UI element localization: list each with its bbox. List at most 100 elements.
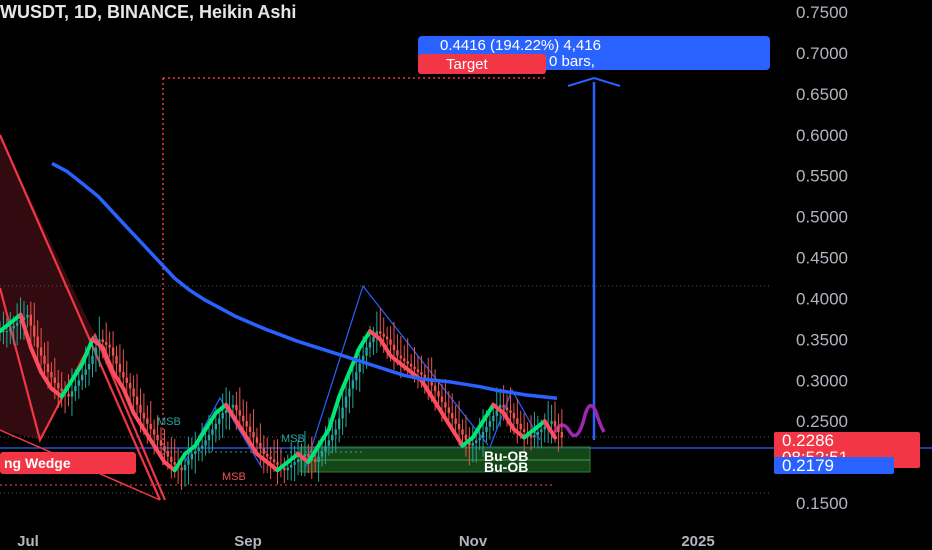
candle-body [118,363,122,372]
candle-body [108,344,111,348]
candle-body [12,325,15,329]
candle-body [481,432,485,438]
trend-ribbon-segment [326,394,342,432]
candle-body [252,432,255,438]
candle-body [492,415,495,422]
candle-body [57,382,60,389]
candle-body [149,423,152,430]
price-tick-label: 0.1500 [796,494,848,513]
trend-ribbon-segment [419,378,434,399]
candle-body [444,402,447,408]
candle-body [46,363,50,372]
candle-body [242,415,245,422]
candle-body [221,413,224,419]
candle-body [33,325,36,337]
candle-body [84,369,87,375]
candle-body [368,342,372,348]
candle-body [382,333,385,337]
candle-body [53,377,57,383]
candle-body [464,434,468,441]
candle-body [39,347,43,356]
candle-body [152,429,156,435]
candle-body [159,440,163,446]
candle-body [180,467,183,471]
candle-body [224,410,228,413]
price-chart[interactable]: WUSDT, 1D, BINANCE, Heikin Ashi 0.7500 0.… [0,0,932,550]
trend-ribbon-segment [378,337,393,358]
candle-body [358,363,361,373]
candle-body [327,440,331,446]
candle-body [286,467,289,471]
candle-body [245,421,248,427]
candle-body [433,385,437,392]
candle-body [194,451,197,454]
date-tick-label: 2025 [681,533,714,550]
candle-body [372,336,375,343]
candle-body [60,388,63,392]
candle-body [478,437,481,441]
candle-body [344,396,348,408]
price-tick-label: 0.6500 [796,85,848,104]
candle-body [197,448,200,452]
date-axis[interactable]: Jul Sep Nov 2025 [17,533,715,550]
candle-body [43,355,46,364]
candle-body [396,350,399,356]
candle-body [135,396,139,405]
candle-body [406,361,409,364]
pattern-triangle-3 [489,388,541,448]
candle-body [307,453,310,457]
candle-body [392,344,396,351]
candle-body [255,437,259,443]
candle-body [420,372,423,375]
trend-ribbon-segment [141,427,157,448]
candle-body [293,462,296,465]
candle-body [416,369,420,373]
date-tick-label: Jul [17,533,39,550]
candle-body [389,339,392,345]
candle-body [475,440,478,443]
candle-body [557,426,560,433]
candle-body [502,404,505,408]
candle-body [519,423,522,430]
candle-body [495,410,498,416]
candle-body [81,374,84,381]
trend-ribbon-segment [542,419,557,440]
candle-body [553,421,557,427]
msb-label-1: MSB [157,416,181,428]
trend-ribbon-segment [357,329,372,350]
candle-body [173,462,176,465]
candle-body [36,336,39,348]
candle-body [248,426,252,433]
price-tick-label: 0.4500 [796,249,848,268]
candle-body [125,377,128,383]
candle-body [74,385,77,392]
candle-body [331,434,334,441]
candle-body [15,322,19,326]
candle-body [211,429,214,435]
target-label: Target [446,56,489,73]
candle-body [50,372,53,378]
measure-text-1: 0.4416 (194.22%) 4,416 [440,37,601,54]
date-tick-label: Sep [234,533,262,550]
candle-body [187,459,190,465]
candle-body [111,347,115,356]
trend-ribbon-segment [450,427,465,448]
candle-body [142,412,146,419]
candle-body [146,418,149,424]
candle-body [166,451,170,457]
candle-body [522,429,526,433]
candle-body [313,459,317,463]
chart-title: WUSDT, 1D, BINANCE, Heikin Ashi [0,2,296,22]
price-tick-label: 0.7000 [796,44,848,63]
candle-body [341,407,344,419]
candle-body [70,391,74,397]
candle-body [276,462,279,465]
candle-body [423,374,427,378]
candle-body [403,358,406,362]
candle-body [351,380,355,389]
candle-body [122,372,125,378]
trend-ribbon-segment [234,419,249,440]
trend-ribbon-segment [337,370,352,399]
trend-ribbon-segment [100,345,116,375]
msb-label-2: MSB [281,433,305,445]
